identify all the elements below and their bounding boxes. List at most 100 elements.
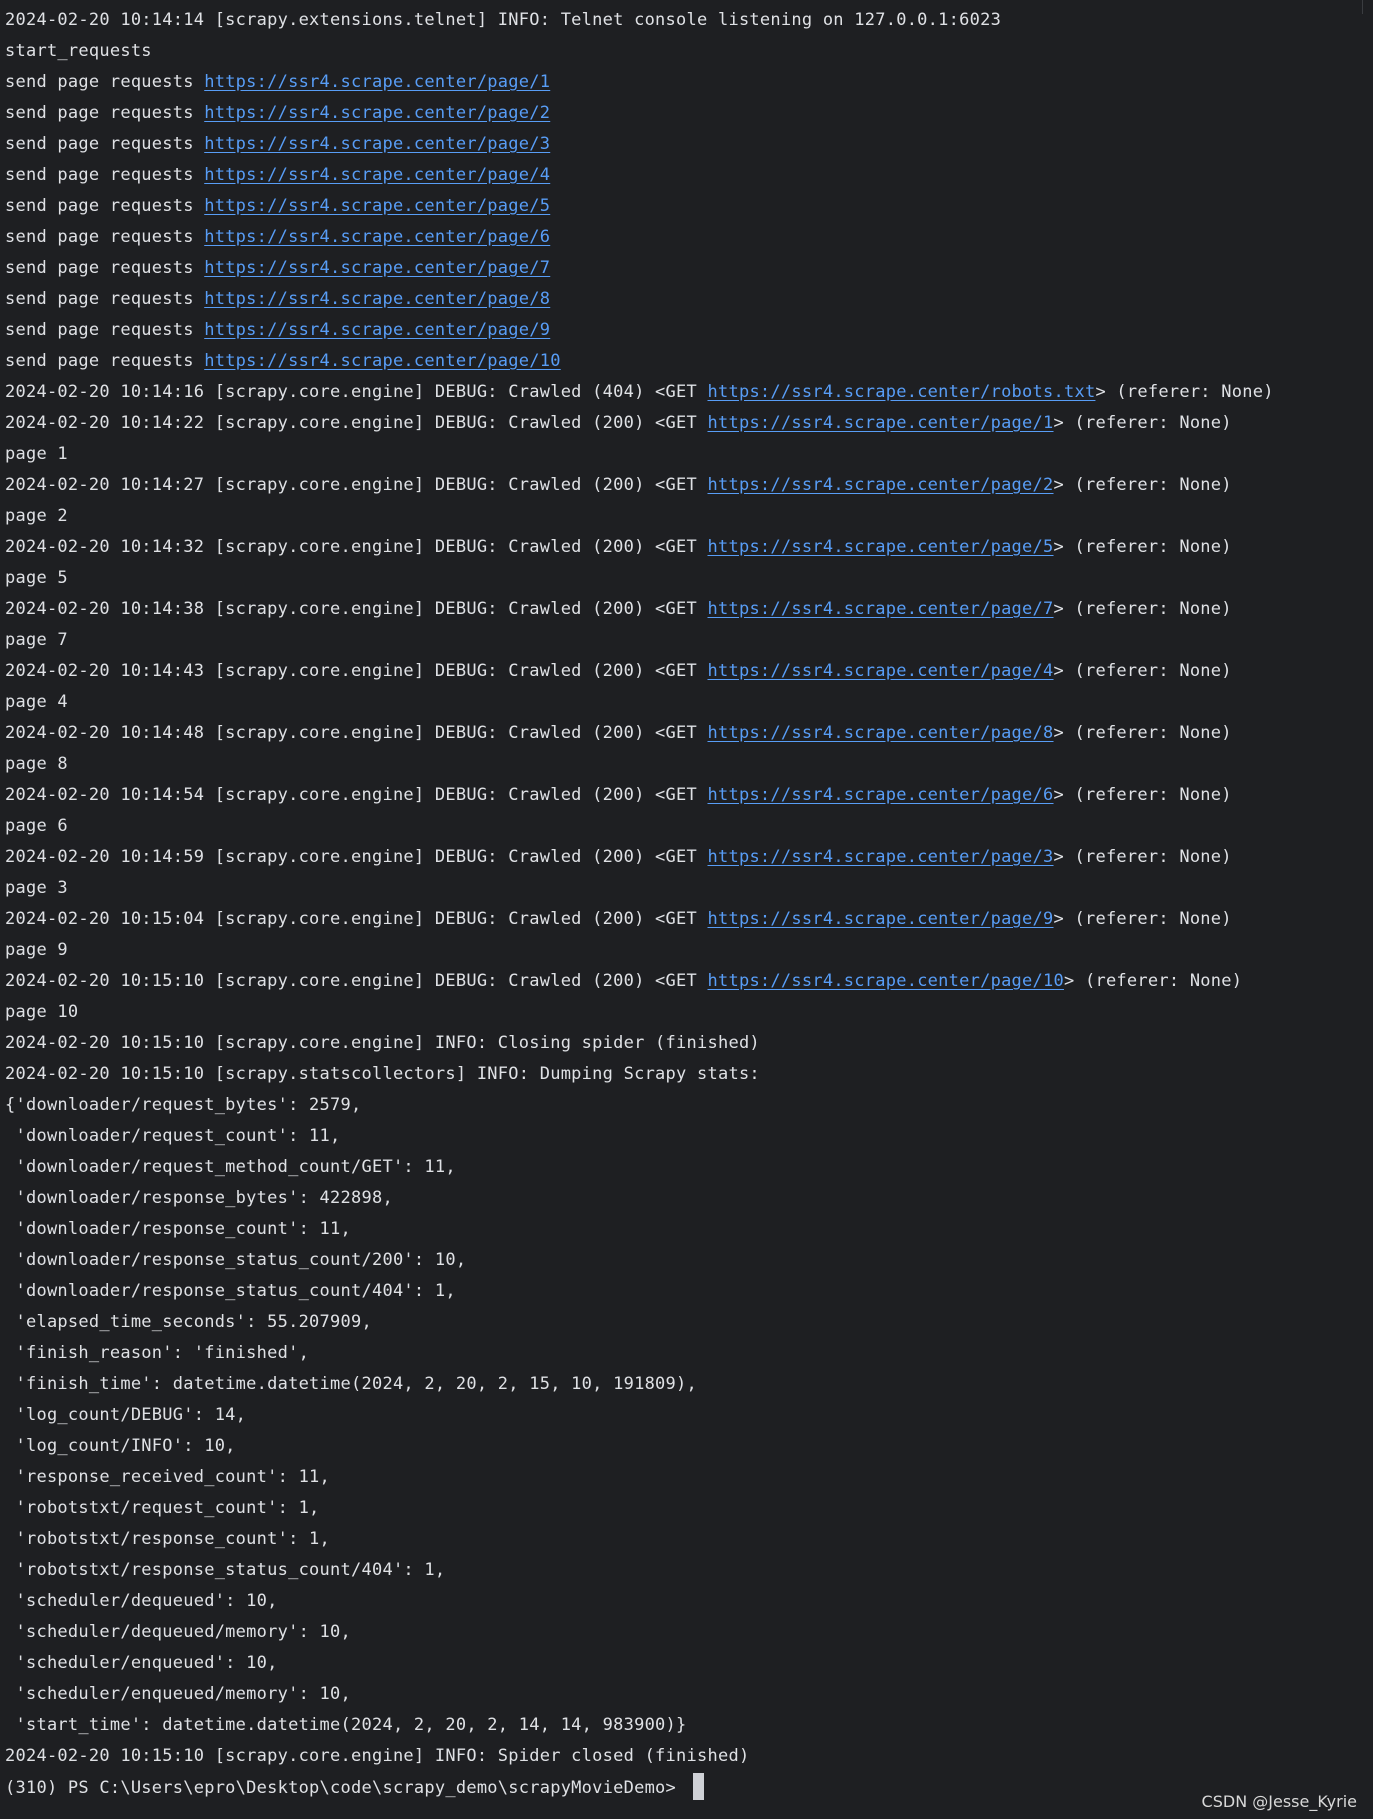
terminal-line: 'start_time': datetime.datetime(2024, 2,… (5, 1711, 1373, 1742)
log-text: > (referer: None) (1053, 723, 1232, 743)
log-text: 'downloader/response_status_count/200': … (5, 1250, 467, 1270)
log-text: 2024-02-20 10:14:38 [scrapy.core.engine]… (5, 599, 708, 619)
log-text: page 10 (5, 1002, 79, 1022)
terminal-prompt-line[interactable]: (310) PS C:\Users\epro\Desktop\code\scra… (5, 1773, 1373, 1804)
terminal-line: 2024-02-20 10:14:14 [scrapy.extensions.t… (5, 6, 1373, 37)
terminal-line: page 1 (5, 440, 1373, 471)
log-text: page 7 (5, 630, 68, 650)
log-text: 'downloader/request_count': 11, (5, 1126, 341, 1146)
url-link[interactable]: https://ssr4.scrape.center/page/9 (204, 320, 550, 340)
url-link[interactable]: https://ssr4.scrape.center/page/1 (708, 413, 1054, 433)
log-text: > (referer: None) (1064, 971, 1243, 991)
url-link[interactable]: https://ssr4.scrape.center/page/7 (708, 599, 1054, 619)
terminal-line: 2024-02-20 10:14:48 [scrapy.core.engine]… (5, 719, 1373, 750)
terminal-line: page 10 (5, 998, 1373, 1029)
url-link[interactable]: https://ssr4.scrape.center/page/4 (204, 165, 550, 185)
log-text: > (referer: None) (1053, 475, 1232, 495)
url-link[interactable]: https://ssr4.scrape.center/page/9 (708, 909, 1054, 929)
terminal-line: 'robotstxt/response_count': 1, (5, 1525, 1373, 1556)
log-text: send page requests (5, 134, 205, 154)
terminal-line: 2024-02-20 10:15:10 [scrapy.core.engine]… (5, 967, 1373, 998)
log-text: 'finish_time': datetime.datetime(2024, 2… (5, 1374, 698, 1394)
terminal-line: 2024-02-20 10:14:27 [scrapy.core.engine]… (5, 471, 1373, 502)
log-text: 2024-02-20 10:15:10 [scrapy.core.engine]… (5, 971, 708, 991)
terminal-output[interactable]: 2024-02-20 10:14:14 [scrapy.extensions.t… (0, 0, 1373, 1819)
log-text: > (referer: None) (1053, 847, 1232, 867)
url-link[interactable]: https://ssr4.scrape.center/page/3 (204, 134, 550, 154)
url-link[interactable]: https://ssr4.scrape.center/page/1 (204, 72, 550, 92)
terminal-line: page 5 (5, 564, 1373, 595)
log-text: 'elapsed_time_seconds': 55.207909, (5, 1312, 372, 1332)
url-link[interactable]: https://ssr4.scrape.center/page/2 (708, 475, 1054, 495)
log-text: page 2 (5, 506, 68, 526)
url-link[interactable]: https://ssr4.scrape.center/page/2 (204, 103, 550, 123)
log-text: 2024-02-20 10:14:43 [scrapy.core.engine]… (5, 661, 708, 681)
log-text: send page requests (5, 227, 205, 247)
log-text: > (referer: None) (1053, 661, 1232, 681)
log-text: send page requests (5, 103, 205, 123)
terminal-line: page 7 (5, 626, 1373, 657)
url-link[interactable]: https://ssr4.scrape.center/page/5 (708, 537, 1054, 557)
log-text: page 9 (5, 940, 68, 960)
log-text: send page requests (5, 72, 205, 92)
terminal-line: 'scheduler/dequeued': 10, (5, 1587, 1373, 1618)
log-text: send page requests (5, 196, 205, 216)
log-text: page 3 (5, 878, 68, 898)
log-text: 'response_received_count': 11, (5, 1467, 331, 1487)
log-text: 2024-02-20 10:14:32 [scrapy.core.engine]… (5, 537, 708, 557)
url-link[interactable]: https://ssr4.scrape.center/page/8 (204, 289, 550, 309)
watermark: CSDN @Jesse_Kyrie (1201, 1792, 1357, 1811)
url-link[interactable]: https://ssr4.scrape.center/page/10 (708, 971, 1065, 991)
terminal-line: 'elapsed_time_seconds': 55.207909, (5, 1308, 1373, 1339)
scrollbar-track[interactable] (1362, 0, 1373, 14)
terminal-lines: 2024-02-20 10:14:14 [scrapy.extensions.t… (5, 6, 1373, 1773)
log-text: 2024-02-20 10:14:48 [scrapy.core.engine]… (5, 723, 708, 743)
log-text: 'downloader/response_status_count/404': … (5, 1281, 456, 1301)
log-text: 'downloader/response_count': 11, (5, 1219, 352, 1239)
log-text: 2024-02-20 10:15:10 [scrapy.statscollect… (5, 1064, 760, 1084)
terminal-line: 'scheduler/enqueued': 10, (5, 1649, 1373, 1680)
terminal-line: 2024-02-20 10:15:10 [scrapy.statscollect… (5, 1060, 1373, 1091)
terminal-line: page 9 (5, 936, 1373, 967)
log-text: send page requests (5, 289, 205, 309)
url-link[interactable]: https://ssr4.scrape.center/page/4 (708, 661, 1054, 681)
terminal-line: 'finish_time': datetime.datetime(2024, 2… (5, 1370, 1373, 1401)
terminal-line: 'downloader/request_method_count/GET': 1… (5, 1153, 1373, 1184)
terminal-line: 2024-02-20 10:14:22 [scrapy.core.engine]… (5, 409, 1373, 440)
url-link[interactable]: https://ssr4.scrape.center/page/6 (708, 785, 1054, 805)
log-text: page 1 (5, 444, 68, 464)
text-cursor (692, 1773, 704, 1800)
url-link[interactable]: https://ssr4.scrape.center/page/3 (708, 847, 1054, 867)
terminal-line: 'log_count/DEBUG': 14, (5, 1401, 1373, 1432)
url-link[interactable]: https://ssr4.scrape.center/page/6 (204, 227, 550, 247)
log-text: 'log_count/INFO': 10, (5, 1436, 236, 1456)
log-text: 'start_time': datetime.datetime(2024, 2,… (5, 1715, 687, 1735)
log-text: page 8 (5, 754, 68, 774)
log-text: 2024-02-20 10:14:59 [scrapy.core.engine]… (5, 847, 708, 867)
log-text: 2024-02-20 10:14:14 [scrapy.extensions.t… (5, 10, 1002, 30)
log-text: 'scheduler/dequeued/memory': 10, (5, 1622, 352, 1642)
log-text: send page requests (5, 320, 205, 340)
terminal-line: 2024-02-20 10:15:10 [scrapy.core.engine]… (5, 1029, 1373, 1060)
log-text: 2024-02-20 10:14:27 [scrapy.core.engine]… (5, 475, 708, 495)
terminal-line: 2024-02-20 10:14:43 [scrapy.core.engine]… (5, 657, 1373, 688)
log-text: 2024-02-20 10:14:16 [scrapy.core.engine]… (5, 382, 708, 402)
terminal-line: send page requests https://ssr4.scrape.c… (5, 254, 1373, 285)
terminal-line: 2024-02-20 10:15:10 [scrapy.core.engine]… (5, 1742, 1373, 1773)
log-text: 'downloader/request_method_count/GET': 1… (5, 1157, 456, 1177)
log-text: > (referer: None) (1053, 413, 1232, 433)
url-link[interactable]: https://ssr4.scrape.center/page/5 (204, 196, 550, 216)
terminal-line: send page requests https://ssr4.scrape.c… (5, 130, 1373, 161)
terminal-line: send page requests https://ssr4.scrape.c… (5, 285, 1373, 316)
terminal-line: 'response_received_count': 11, (5, 1463, 1373, 1494)
url-link[interactable]: https://ssr4.scrape.center/page/7 (204, 258, 550, 278)
log-text: 'finish_reason': 'finished', (5, 1343, 310, 1363)
url-link[interactable]: https://ssr4.scrape.center/page/10 (204, 351, 561, 371)
url-link[interactable]: https://ssr4.scrape.center/robots.txt (708, 382, 1096, 402)
url-link[interactable]: https://ssr4.scrape.center/page/8 (708, 723, 1054, 743)
terminal-line: 'robotstxt/request_count': 1, (5, 1494, 1373, 1525)
log-text: 'scheduler/dequeued': 10, (5, 1591, 278, 1611)
terminal-line: 'log_count/INFO': 10, (5, 1432, 1373, 1463)
terminal-line: 'downloader/response_bytes': 422898, (5, 1184, 1373, 1215)
terminal-line: send page requests https://ssr4.scrape.c… (5, 347, 1373, 378)
